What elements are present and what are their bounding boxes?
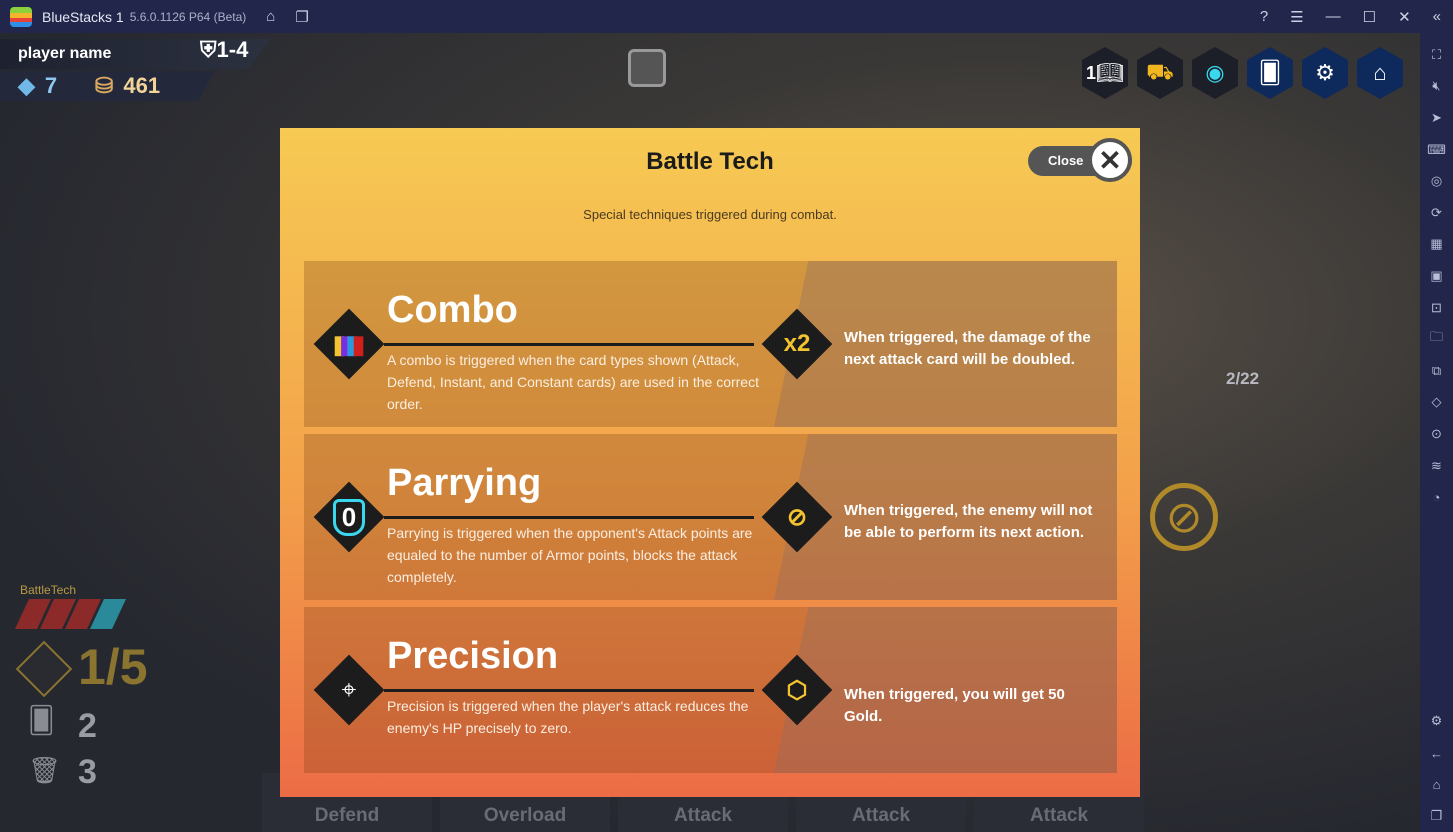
multi-window-icon[interactable]: ⧉ (1432, 355, 1441, 387)
gold-count: 461 (123, 73, 161, 98)
tech-name: Precision (387, 635, 559, 677)
book-count: 1 (1086, 62, 1097, 83)
dialog-subtitle: Special techniques triggered during comb… (583, 207, 837, 222)
carriage-icon: ⛟ (1146, 58, 1174, 84)
level: 1-4 (216, 37, 249, 62)
book-button[interactable]: 1 📖︎ (1082, 47, 1128, 99)
resources: ◆ 7 ⛁ 461 (0, 71, 215, 101)
armor-shield-icon: 0 (313, 481, 385, 553)
close-window-icon[interactable]: ✕ (1398, 8, 1411, 26)
volume-mute-icon[interactable]: 🔇︎ (1432, 71, 1440, 103)
gold-icon: ⬡ (761, 654, 833, 726)
cards-button[interactable]: 🂠 (1247, 47, 1293, 99)
rotate-icon[interactable]: ⟳ (1431, 197, 1442, 229)
macro-icon[interactable]: ▦ (1430, 229, 1442, 261)
folder-icon[interactable]: 🗀 (1430, 323, 1443, 355)
minimize-icon[interactable]: — (1326, 8, 1341, 25)
pointer-icon[interactable]: ➤ (1431, 102, 1442, 134)
tech-effect: When triggered, the damage of the next a… (844, 329, 1091, 368)
battle-tech-dialog: Battle Tech Special techniques triggered… (280, 128, 1140, 797)
level-display: ⛨1-4 (200, 37, 248, 63)
back-icon[interactable]: ← (1430, 737, 1443, 769)
signal-button[interactable]: ◉ (1192, 47, 1238, 99)
gear-icon: ⚙ (1315, 60, 1335, 85)
tech-description: Parrying is triggered when the opponent'… (387, 525, 753, 585)
discard-icon: 🗑 (28, 755, 62, 785)
cards-icon: ▮▮▮▮ (313, 308, 385, 380)
bluestacks-logo (10, 6, 32, 27)
multi-instance-icon[interactable]: ❐ (295, 8, 308, 26)
cards-icon: 🂠 (1258, 60, 1282, 85)
draw-pile-icon: 🂠 (28, 705, 55, 735)
block-icon: ⊘ (1150, 483, 1218, 551)
app-version: 5.6.0.1126 P64 (Beta) (129, 9, 247, 24)
shield-icon: ⛨ (200, 37, 217, 62)
settings-button[interactable]: ⚙ (1302, 47, 1348, 99)
performance-icon[interactable]: ◔ (1433, 481, 1441, 513)
tech-effect: When triggered, the enemy will not be ab… (844, 502, 1093, 541)
discard-count: 3 (78, 753, 97, 791)
dialog-title: Battle Tech (646, 148, 774, 175)
tech-description: A combo is triggered when the card types… (387, 352, 759, 412)
tech-name: Parrying (387, 462, 542, 504)
turn-counter: 1/5 (78, 639, 148, 695)
gem-count: 7 (44, 73, 58, 98)
tech-description: Precision is triggered when the player's… (387, 698, 749, 736)
tech-name: Combo (387, 289, 518, 331)
double-damage-icon: x2 (761, 308, 833, 380)
turn-icon (15, 640, 73, 698)
tech-row-parrying: 0 Parrying Parrying is triggered when th… (304, 434, 1117, 600)
gem-icon: ◆ (18, 73, 35, 98)
layers-icon[interactable]: ≋ (1431, 450, 1442, 482)
battle-tech-label: BattleTech (20, 583, 77, 597)
fullscreen-icon[interactable]: ⛶ (1432, 39, 1441, 71)
collapse-sidebar-icon[interactable]: « (1433, 8, 1441, 25)
carriage-button[interactable]: ⛟ (1137, 47, 1183, 99)
android-home-icon[interactable]: ⌂ (1433, 769, 1441, 801)
item-box-icon[interactable] (628, 49, 666, 87)
title-bar: BlueStacks 1 5.6.0.1126 P64 (Beta) ⌂ ❐ ?… (0, 0, 1453, 33)
menu-icon[interactable]: ☰ (1290, 8, 1303, 26)
apk-icon[interactable]: ▣ (1430, 260, 1442, 292)
tech-row-precision: ⌖ Precision Precision is triggered when … (304, 607, 1117, 773)
home-icon[interactable]: ⌂ (266, 8, 275, 25)
shield-value: 0 (332, 498, 366, 536)
home-button[interactable]: ⌂ (1357, 47, 1403, 99)
book-icon: 📖︎ (1096, 60, 1124, 85)
tech-row-combo: ▮▮▮▮ Combo A combo is triggered when the… (304, 261, 1117, 427)
shake-icon[interactable]: ◇ (1432, 387, 1442, 419)
sidebar: ⛶ 🔇︎ ➤ ⌨ ◎ ⟳ ▦ ▣ ⊡ 🗀 ⧉ ◇ ⊙ ≋ ◔ ⚙ ← ⌂ ❐ (1420, 33, 1453, 832)
top-menu: 1 📖︎ ⛟ ◉ 🂠 ⚙ ⌂ (1082, 47, 1403, 99)
signal-icon: ◉ (1205, 60, 1225, 85)
draw-count: 2 (78, 707, 97, 745)
location-icon[interactable]: ⊙ (1431, 418, 1442, 450)
app-name: BlueStacks 1 (42, 8, 124, 25)
stun-icon: ⊘ (761, 481, 833, 553)
enemy-counter: 2/22 (1226, 369, 1260, 388)
crosshair-icon: ⌖ (313, 654, 385, 726)
close-icon[interactable]: ✕ (1088, 138, 1132, 182)
gold-icon: ⛁ (94, 73, 114, 98)
battle-tech-bars[interactable] (15, 599, 126, 629)
recent-apps-icon[interactable]: ❐ (1431, 800, 1443, 832)
settings-icon[interactable]: ⚙ (1431, 706, 1443, 738)
keyboard-icon[interactable]: ⌨ (1427, 134, 1446, 166)
tech-effect: When triggered, you will get 50 Gold. (844, 686, 1065, 725)
screenshot-icon[interactable]: ⊡ (1431, 292, 1442, 324)
home-icon: ⌂ (1373, 60, 1387, 85)
maximize-icon[interactable]: ☐ (1363, 8, 1376, 26)
record-icon[interactable]: ◎ (1431, 165, 1442, 197)
help-icon[interactable]: ? (1260, 8, 1268, 25)
effect-badge: x2 (783, 330, 811, 357)
